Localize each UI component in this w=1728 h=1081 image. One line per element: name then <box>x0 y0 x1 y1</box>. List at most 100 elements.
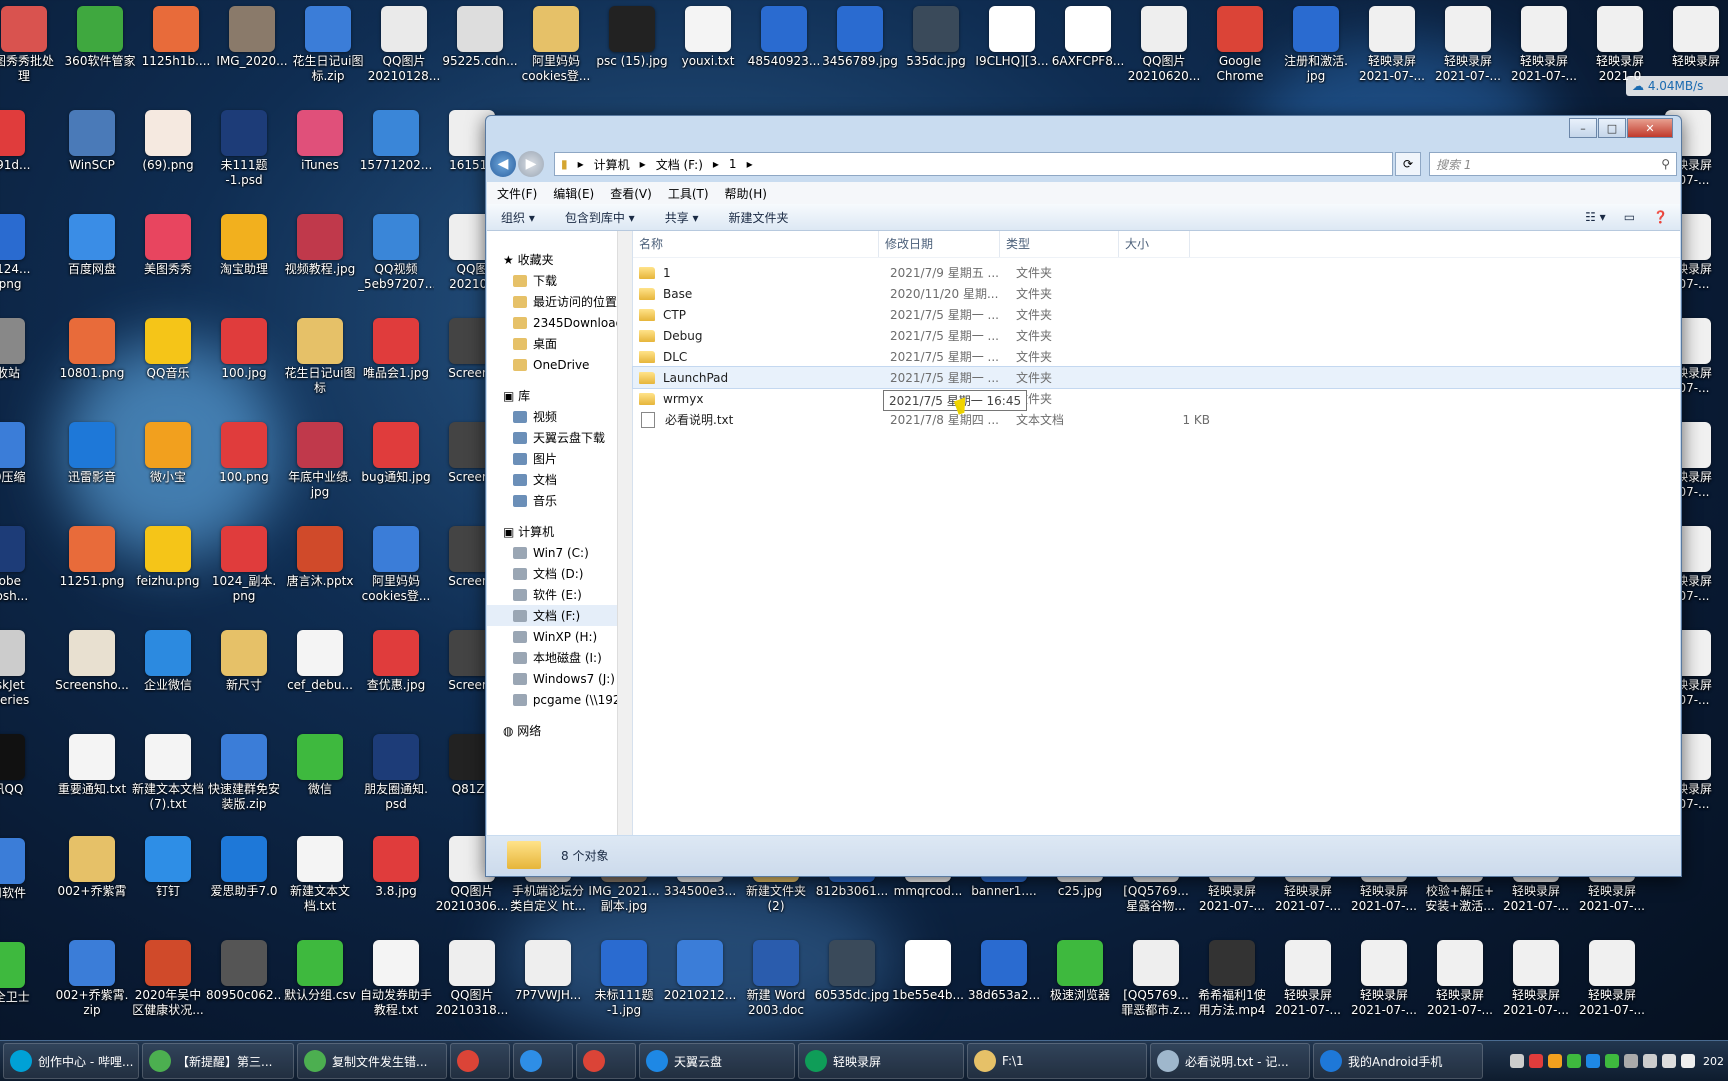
desktop-icon[interactable]: 002+乔紫霄. zip <box>54 936 130 1038</box>
desktop-icon[interactable]: 自动发券助手 教程.txt <box>358 936 434 1038</box>
taskbar-button[interactable]: F:\1 <box>967 1043 1147 1079</box>
desktop-icon[interactable]: WinSCP <box>54 106 130 208</box>
desktop-icon[interactable]: feizhu.png <box>130 522 206 624</box>
desktop-icon[interactable]: 360压缩 <box>0 418 40 520</box>
taskbar-button[interactable]: 【新提醒】第三... <box>142 1043 294 1079</box>
desktop-icon[interactable]: 钉钉 <box>130 832 206 934</box>
desktop-icon[interactable]: 新建文本文档 (7).txt <box>130 730 206 832</box>
desktop-icon[interactable]: 默认分组.csv <box>282 936 358 1038</box>
nav-item[interactable]: 下载 <box>487 270 632 291</box>
desktop-icon[interactable]: 百度网盘 <box>54 210 130 312</box>
search-input[interactable]: 搜索 1 ⚲ <box>1429 152 1677 176</box>
tray-icon[interactable] <box>1510 1054 1524 1068</box>
desktop-icon[interactable]: 希希福利1使 用方法.mp4 <box>1194 936 1270 1038</box>
col-name[interactable]: 名称 <box>633 231 879 257</box>
desktop-icon[interactable]: 1125h1b.... <box>138 2 214 104</box>
taskbar-button[interactable]: 创作中心 - 哔哩... <box>3 1043 139 1079</box>
desktop-icon[interactable]: 轻映录屏 2021-07-... <box>1422 936 1498 1038</box>
menu-help[interactable]: 帮助(H) <box>725 185 767 202</box>
desktop-icon[interactable]: 002+乔紫霄 <box>54 832 130 934</box>
desktop-icon[interactable]: QQ视频 _5eb97207... <box>358 210 434 312</box>
help-icon[interactable]: ❓ <box>1653 210 1668 224</box>
nav-group-network[interactable]: ◍ 网络 <box>487 720 632 741</box>
desktop-icon[interactable]: 年底中业绩. jpg <box>282 418 358 520</box>
desktop-icon[interactable]: 花生日记ui图 标 <box>282 314 358 416</box>
desktop-icon[interactable]: 朋友圈通知. psd <box>358 730 434 832</box>
desktop-icon[interactable]: I9CLHQ][3... <box>974 2 1050 104</box>
nav-item[interactable]: OneDrive <box>487 354 632 375</box>
desktop-icon[interactable]: IMG_2020... <box>214 2 290 104</box>
col-type[interactable]: 类型 <box>1000 231 1119 257</box>
new-folder-button[interactable]: 新建文件夹 <box>729 209 789 226</box>
nav-item[interactable]: Win7 (C:) <box>487 542 632 563</box>
menu-tools[interactable]: 工具(T) <box>668 185 709 202</box>
desktop-icon[interactable]: cef_debu... <box>282 626 358 728</box>
menu-view[interactable]: 查看(V) <box>610 185 652 202</box>
nav-item[interactable]: 软件 (E:) <box>487 584 632 605</box>
col-size[interactable]: 大小 <box>1119 231 1190 257</box>
nav-item[interactable]: Windows7 (J:) <box>487 668 632 689</box>
breadcrumb-folder[interactable]: 1 <box>729 157 737 171</box>
nav-item[interactable]: 天翼云盘下载 <box>487 427 632 448</box>
menu-edit[interactable]: 编辑(E) <box>553 185 594 202</box>
desktop-icon[interactable]: 花生日记ui图 标.zip <box>290 2 366 104</box>
nav-item[interactable]: 视频 <box>487 406 632 427</box>
desktop-icon[interactable]: QQ图片 20210318... <box>434 936 510 1038</box>
desktop-icon[interactable]: 80950c062... <box>206 936 282 1038</box>
desktop-icon[interactable]: 轻映录屏 2021-07-... <box>1498 936 1574 1038</box>
nav-scrollbar[interactable] <box>617 231 632 835</box>
desktop-icon[interactable]: 6AXFCPF8... <box>1050 2 1126 104</box>
desktop-icon[interactable]: 企业微信 <box>130 626 206 728</box>
desktop-icon[interactable]: 腾讯QQ <box>0 730 40 832</box>
col-date[interactable]: 修改日期 <box>879 231 1000 257</box>
desktop-icon[interactable]: 未111题 -1.psd <box>206 106 282 208</box>
desktop-icon[interactable]: 新建 Word 2003.doc <box>738 936 814 1038</box>
desktop-icon[interactable]: 图秀秀批处 理 <box>0 2 62 104</box>
desktop-icon[interactable]: 视频教程.jpg <box>282 210 358 312</box>
breadcrumb-computer[interactable]: 计算机 <box>594 156 630 173</box>
tray-icon[interactable] <box>1586 1054 1600 1068</box>
desktop-icon[interactable]: 阿里妈妈 cookies登... <box>358 522 434 624</box>
tray-icon[interactable] <box>1529 1054 1543 1068</box>
preview-pane-icon[interactable]: ▭ <box>1624 210 1635 224</box>
desktop-icon[interactable]: 新建文本文 档.txt <box>282 832 358 934</box>
include-in-library-button[interactable]: 包含到库中 ▾ <box>565 209 635 226</box>
desktop-icon[interactable]: iTunes <box>282 106 358 208</box>
desktop-icon[interactable]: 轻映录屏 2021-07-... <box>1270 936 1346 1038</box>
desktop-icon[interactable]: 未标111题 -1.jpg <box>586 936 662 1038</box>
file-row[interactable]: 必看说明.txt 2021/7/8 星期四 ... 文本文档 1 KB <box>633 409 1680 430</box>
nav-group-title[interactable]: ▣ 计算机 <box>487 521 632 542</box>
desktop-icon[interactable]: 0安全卫士 <box>0 938 40 1040</box>
nav-item[interactable]: 文档 (F:) <box>487 605 632 626</box>
nav-item[interactable]: 图片 <box>487 448 632 469</box>
taskbar-button[interactable]: 我的Android手机 <box>1313 1043 1483 1079</box>
desktop-icon[interactable]: 48540923... <box>746 2 822 104</box>
desktop-icon[interactable]: [QQ5769... 罪恶都市.z... <box>1118 936 1194 1038</box>
desktop-icon[interactable]: QQ音乐 <box>130 314 206 416</box>
share-button[interactable]: 共享 ▾ <box>665 209 699 226</box>
desktop-icon[interactable]: 3456789.jpg <box>822 2 898 104</box>
desktop-icon[interactable]: 爱思助手7.0 <box>206 832 282 934</box>
desktop-icon[interactable]: (69).png <box>130 106 206 208</box>
desktop-icon[interactable]: 常用软件 <box>0 834 40 936</box>
desktop-icon[interactable]: 38d653a2... <box>966 936 1042 1038</box>
desktop-icon[interactable]: 10801.png <box>54 314 130 416</box>
taskbar-button[interactable]: 轻映录屏 <box>798 1043 964 1079</box>
taskbar-button[interactable] <box>450 1043 510 1079</box>
file-row[interactable]: CTP 2021/7/5 星期一 ... 文件夹 <box>633 304 1680 325</box>
organize-button[interactable]: 组织 ▾ <box>501 209 535 226</box>
desktop-icon[interactable]: 7P7VWJH... <box>510 936 586 1038</box>
tray-icon[interactable] <box>1643 1054 1657 1068</box>
address-bar[interactable]: ▮ ▸ 计算机 ▸ 文档 (F:) ▸ 1 ▸ <box>554 152 1393 176</box>
desktop-icon[interactable]: Adobe hotosh... <box>0 522 40 624</box>
desktop-icon[interactable]: 微信 <box>282 730 358 832</box>
desktop-icon[interactable]: 新尺寸 <box>206 626 282 728</box>
desktop-icon[interactable]: 微小宝 <box>130 418 206 520</box>
desktop-icon[interactable]: 查优惠.jpg <box>358 626 434 728</box>
desktop-icon[interactable]: 1be55e4b... <box>890 936 966 1038</box>
desktop-icon[interactable]: 极速浏览器 <box>1042 936 1118 1038</box>
desktop-icon[interactable]: 迅雷影音 <box>54 418 130 520</box>
desktop-icon[interactable]: 11251.png <box>54 522 130 624</box>
desktop-icon[interactable]: 注册和激活. jpg <box>1278 2 1354 104</box>
desktop-icon[interactable]: Google Chrome <box>1202 2 1278 104</box>
